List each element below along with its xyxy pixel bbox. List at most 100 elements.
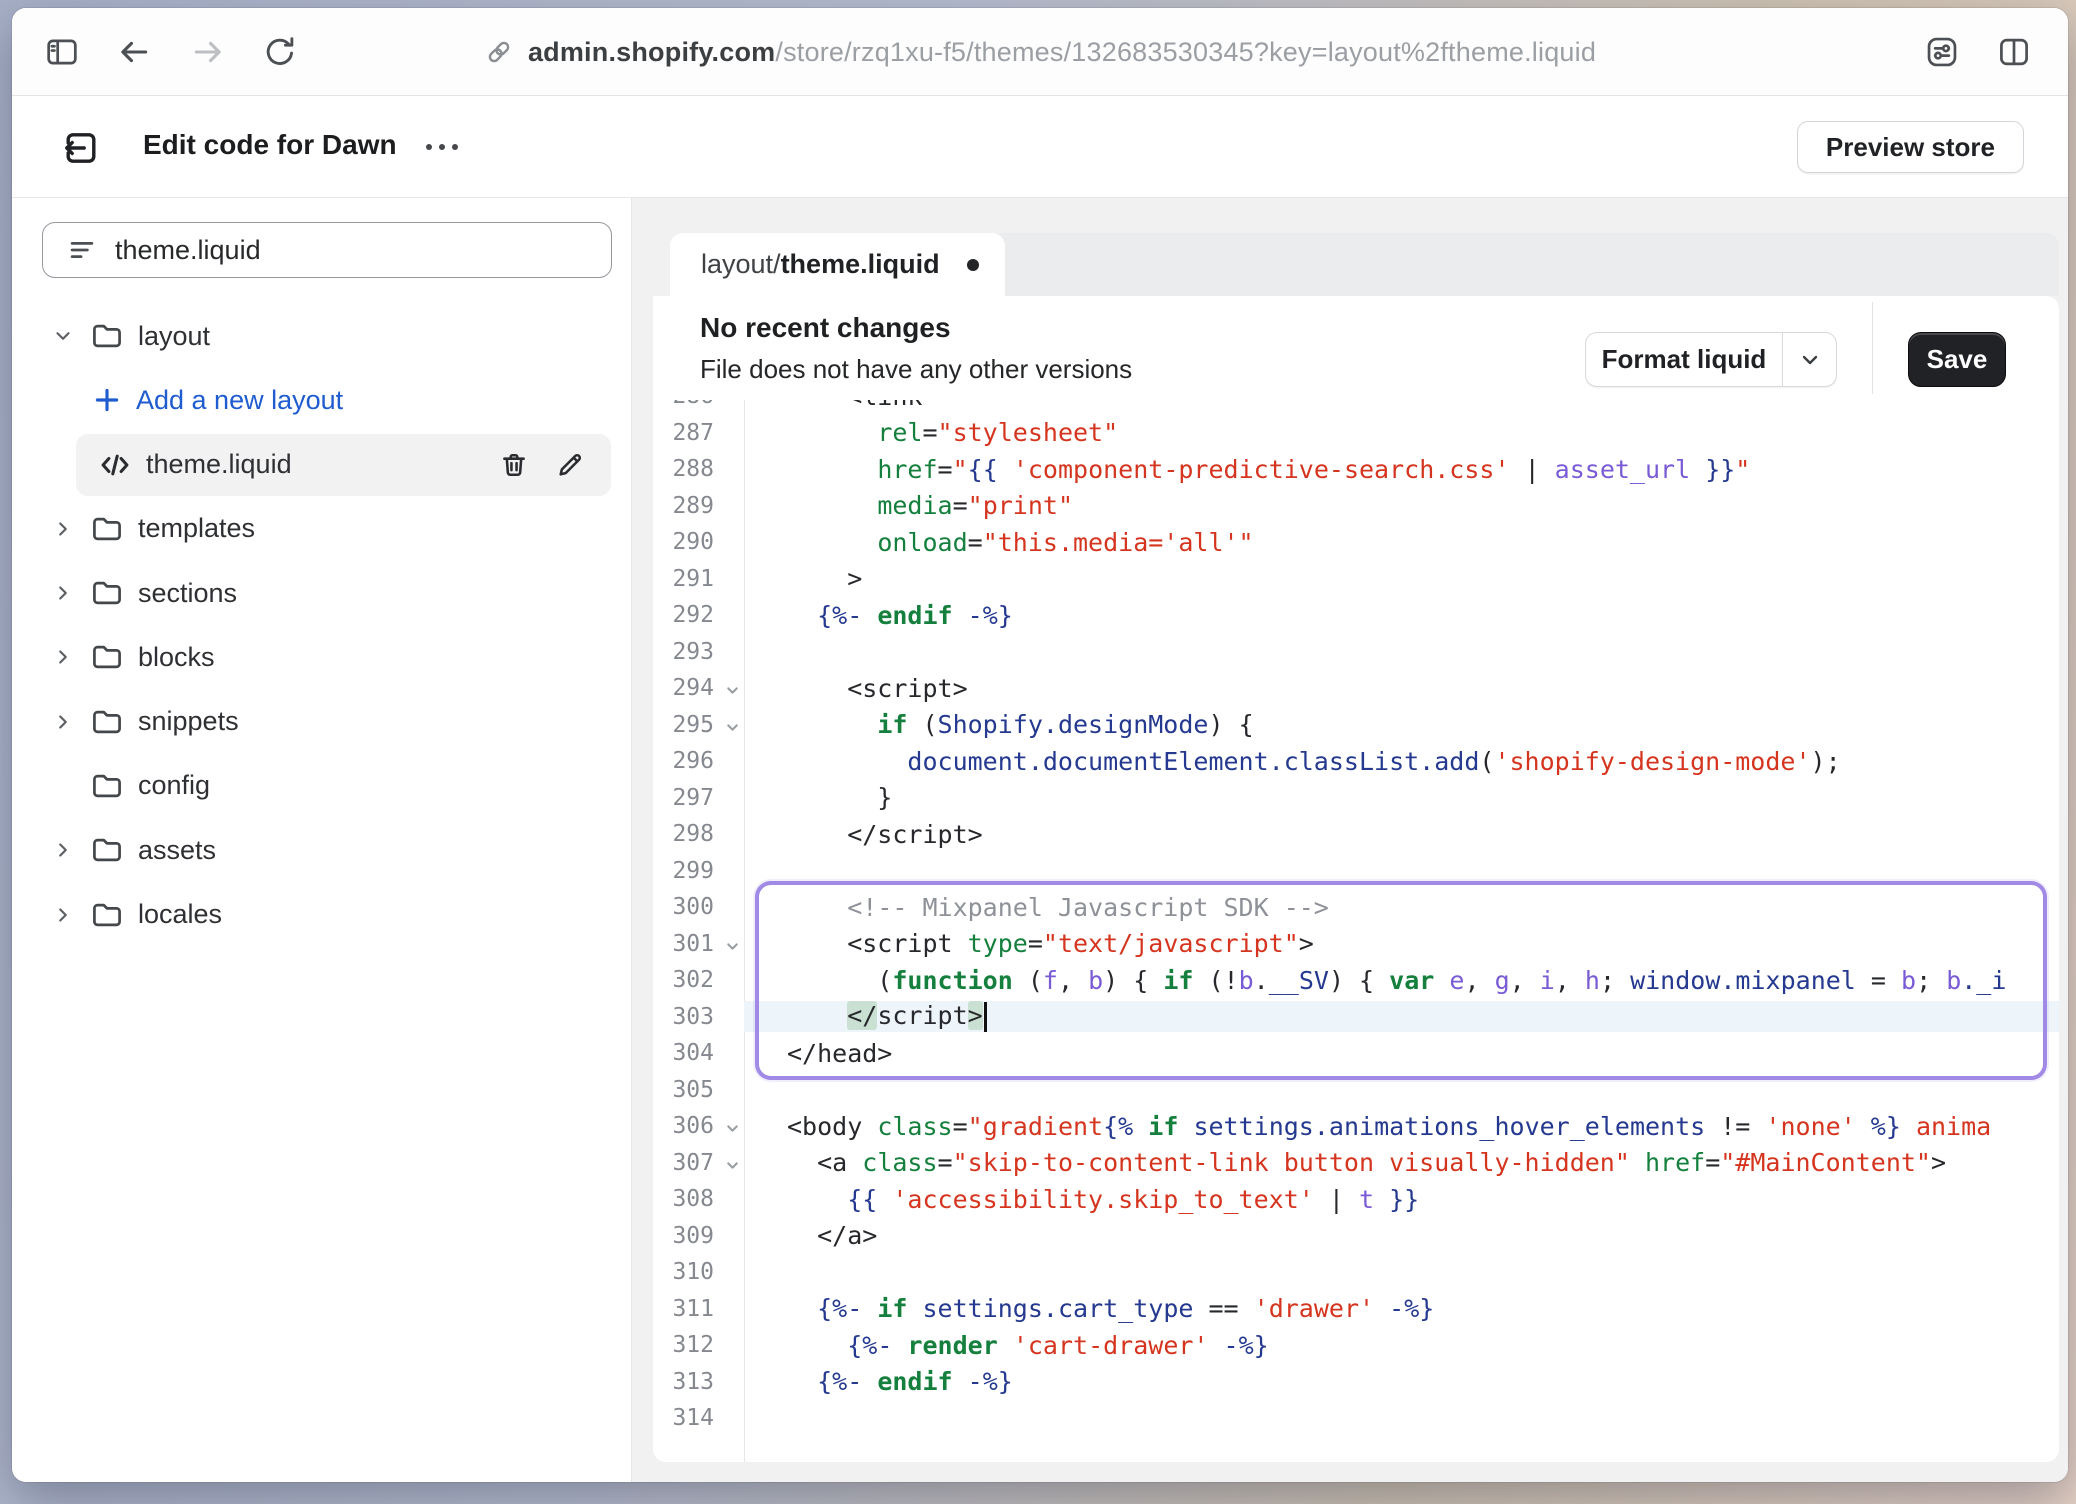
code-line-296[interactable]: 296 document.documentElement.classList.a… (653, 743, 2059, 780)
tab-theme-liquid[interactable]: layout/theme.liquid (670, 233, 1005, 296)
browser-window: admin.shopify.com/store/rzq1xu-f5/themes… (12, 8, 2068, 1482)
sidebar-item-add-a-new-layout[interactable]: Add a new layout (12, 368, 631, 432)
code-line-305[interactable]: 305 (653, 1072, 2059, 1109)
sidebar-item-blocks[interactable]: blocks (12, 625, 631, 689)
code-line-302[interactable]: 302 (function (f, b) { if (!b.__SV) { va… (653, 962, 2059, 999)
code-editor[interactable]: 286 <link287 rel="stylesheet"288 href="{… (653, 400, 2059, 1462)
format-liquid-button[interactable]: Format liquid (1585, 332, 1837, 387)
edit-file-icon[interactable] (555, 450, 585, 480)
code-line-311[interactable]: 311 {%- if settings.cart_type == 'drawer… (653, 1291, 2059, 1328)
code-line-313[interactable]: 313 {%- endif -%} (653, 1364, 2059, 1401)
code-line-text[interactable]: </script> (744, 820, 2059, 849)
code-line-297[interactable]: 297 } (653, 780, 2059, 817)
code-line-295[interactable]: 295 if (Shopify.designMode) { (653, 707, 2059, 744)
code-line-290[interactable]: 290 onload="this.media='all'" (653, 524, 2059, 561)
exit-icon[interactable] (58, 125, 104, 171)
sidebar-item-label: blocks (138, 642, 215, 673)
code-line-text[interactable]: document.documentElement.classList.add('… (744, 747, 2059, 776)
line-number: 289 (653, 493, 744, 519)
text-cursor (984, 1002, 987, 1032)
code-line-286[interactable]: 286 <link (653, 400, 2059, 415)
sidebar-item-templates[interactable]: templates (12, 497, 631, 561)
more-actions-icon[interactable] (416, 128, 468, 166)
code-line-text[interactable]: <script> (744, 674, 2059, 703)
sidebar-item-snippets[interactable]: snippets (12, 689, 631, 753)
preview-store-button[interactable]: Preview store (1797, 121, 2024, 173)
code-line-299[interactable]: 299 (653, 853, 2059, 890)
fold-chevron-icon[interactable] (724, 1154, 741, 1180)
code-line-288[interactable]: 288 href="{{ 'component-predictive-searc… (653, 451, 2059, 488)
editor-main: layout/theme.liquid No recent changes Fi… (632, 198, 2068, 1482)
fold-chevron-icon[interactable] (724, 935, 741, 961)
chevron-right-icon[interactable] (52, 711, 80, 733)
code-line-text[interactable]: href="{{ 'component-predictive-search.cs… (744, 455, 2059, 484)
sidebar-item-label: Add a new layout (136, 385, 343, 416)
chevron-right-icon[interactable] (52, 582, 80, 604)
sidebar-item-assets[interactable]: assets (12, 818, 631, 882)
line-number: 303 (653, 1004, 744, 1030)
code-line-301[interactable]: 301 <script type="text/javascript"> (653, 926, 2059, 963)
code-line-306[interactable]: 306<body class="gradient{% if settings.a… (653, 1108, 2059, 1145)
code-line-text[interactable]: onload="this.media='all'" (744, 528, 2059, 557)
fold-chevron-icon[interactable] (724, 1117, 741, 1143)
code-line-text[interactable]: {%- endif -%} (744, 601, 2059, 630)
code-line-292[interactable]: 292 {%- endif -%} (653, 597, 2059, 634)
chevron-right-icon[interactable] (52, 904, 80, 926)
code-line-text[interactable]: <body class="gradient{% if settings.anim… (744, 1112, 2059, 1141)
code-line-text[interactable]: {%- endif -%} (744, 1367, 2059, 1396)
code-line-text[interactable]: (function (f, b) { if (!b.__SV) { var e,… (744, 966, 2059, 995)
sidebar-item-layout[interactable]: layout (12, 304, 631, 368)
code-line-308[interactable]: 308 {{ 'accessibility.skip_to_text' | t … (653, 1181, 2059, 1218)
code-line-309[interactable]: 309 </a> (653, 1218, 2059, 1255)
code-line-text[interactable]: } (744, 783, 2059, 812)
code-line-text[interactable]: </a> (744, 1221, 2059, 1250)
sidebar-item-locales[interactable]: locales (12, 882, 631, 946)
code-line-303[interactable]: 303 </script> (653, 999, 2059, 1036)
file-search[interactable] (42, 222, 612, 278)
sidebar-item-theme-liquid[interactable]: theme.liquid (76, 434, 611, 496)
code-line-307[interactable]: 307 <a class="skip-to-content-link butto… (653, 1145, 2059, 1182)
code-line-text[interactable]: {%- if settings.cart_type == 'drawer' -%… (744, 1294, 2059, 1323)
save-button[interactable]: Save (1908, 332, 2006, 387)
chevron-right-icon[interactable] (52, 646, 80, 668)
chevron-down-icon[interactable] (1782, 333, 1836, 386)
search-input[interactable] (115, 235, 593, 266)
line-number: 299 (653, 858, 744, 884)
code-line-text[interactable]: rel="stylesheet" (744, 418, 2059, 447)
chevron-down-icon[interactable] (52, 325, 80, 347)
browser-settings-icon[interactable] (1922, 32, 1962, 72)
fold-chevron-icon[interactable] (724, 679, 741, 705)
code-line-310[interactable]: 310 (653, 1254, 2059, 1291)
code-line-text[interactable]: > (744, 564, 2059, 593)
code-line-298[interactable]: 298 </script> (653, 816, 2059, 853)
code-line-text[interactable]: </script> (744, 1001, 2059, 1032)
code-line-294[interactable]: 294 <script> (653, 670, 2059, 707)
folder-icon (90, 833, 124, 867)
split-view-icon[interactable] (1994, 32, 2034, 72)
code-line-text[interactable]: <link (744, 400, 2059, 411)
code-line-293[interactable]: 293 (653, 634, 2059, 671)
code-line-text[interactable]: </head> (744, 1039, 2059, 1068)
sidebar-item-sections[interactable]: sections (12, 561, 631, 625)
chevron-right-icon[interactable] (52, 839, 80, 861)
sidebar-item-config[interactable]: config (12, 754, 631, 818)
code-line-text[interactable]: {{ 'accessibility.skip_to_text' | t }} (744, 1185, 2059, 1214)
sidebar-item-label: templates (138, 513, 255, 544)
fold-chevron-icon[interactable] (724, 716, 741, 742)
code-line-text[interactable]: <script type="text/javascript"> (744, 929, 2059, 958)
code-line-300[interactable]: 300 <!-- Mixpanel Javascript SDK --> (653, 889, 2059, 926)
code-line-text[interactable]: <a class="skip-to-content-link button vi… (744, 1148, 2059, 1177)
code-line-304[interactable]: 304</head> (653, 1035, 2059, 1072)
code-line-291[interactable]: 291 > (653, 561, 2059, 598)
address-bar[interactable]: admin.shopify.com/store/rzq1xu-f5/themes… (12, 8, 2068, 96)
chevron-right-icon[interactable] (52, 518, 80, 540)
code-line-289[interactable]: 289 media="print" (653, 488, 2059, 525)
code-line-text[interactable]: <!-- Mixpanel Javascript SDK --> (744, 893, 2059, 922)
code-line-text[interactable]: media="print" (744, 491, 2059, 520)
delete-file-icon[interactable] (499, 450, 529, 480)
code-line-text[interactable]: {%- render 'cart-drawer' -%} (744, 1331, 2059, 1360)
code-line-312[interactable]: 312 {%- render 'cart-drawer' -%} (653, 1327, 2059, 1364)
code-line-text[interactable]: if (Shopify.designMode) { (744, 710, 2059, 739)
code-line-314[interactable]: 314 (653, 1400, 2059, 1437)
code-line-287[interactable]: 287 rel="stylesheet" (653, 415, 2059, 452)
